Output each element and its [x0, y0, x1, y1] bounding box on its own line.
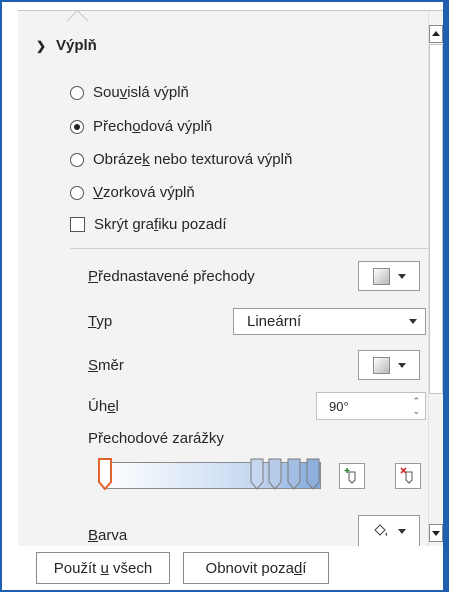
vertical-scrollbar[interactable]: [428, 11, 443, 546]
radio-button[interactable]: [70, 85, 84, 100]
direction-dropdown[interactable]: [358, 350, 420, 380]
format-background-pane: ❯ Výplň Souvislá výplň Přechodová výplň …: [18, 10, 443, 546]
scroll-thumb[interactable]: [429, 44, 443, 394]
gradient-type-select[interactable]: Lineární: [233, 308, 426, 335]
angle-label: Úhel: [88, 398, 119, 415]
gradient-stop[interactable]: [287, 458, 301, 490]
triangle-up-icon: [432, 31, 440, 36]
triangle-down-icon: [432, 531, 440, 536]
gradient-stop-selected[interactable]: [98, 458, 112, 490]
button-label: Obnovit pozadí: [205, 559, 307, 577]
scroll-up-button[interactable]: [429, 25, 443, 43]
chevron-down-icon: ❯: [35, 38, 47, 53]
radio-gradient-fill[interactable]: Přechodová výplň: [70, 118, 212, 135]
dropdown-arrow-icon: [397, 273, 406, 279]
radio-button[interactable]: [70, 152, 84, 167]
type-label: Typ: [88, 313, 113, 330]
add-stop-icon: [344, 468, 356, 484]
gradient-stops-label: Přechodové zarážky: [88, 430, 224, 447]
add-gradient-stop-button[interactable]: [339, 463, 365, 489]
remove-stop-icon: [400, 467, 413, 484]
gradient-stop[interactable]: [268, 458, 282, 490]
checkbox[interactable]: [70, 217, 85, 232]
dropdown-arrow-icon: [409, 319, 417, 324]
window-edge: [443, 0, 449, 592]
radio-button[interactable]: [70, 185, 84, 200]
color-label: Barva: [88, 527, 128, 544]
radio-pattern-fill[interactable]: Vzorková výplň: [70, 184, 195, 201]
radio-picture-fill[interactable]: Obrázek nebo texturová výplň: [70, 151, 292, 168]
gradient-swatch-icon: [372, 356, 390, 374]
paint-bucket-icon: [374, 524, 388, 536]
dropdown-arrow-icon: [397, 362, 406, 368]
reset-background-button[interactable]: Obnovit pozadí: [183, 552, 329, 584]
scroll-down-button[interactable]: [429, 524, 443, 542]
gradient-stop[interactable]: [306, 458, 320, 490]
gradient-swatch-icon: [372, 267, 390, 285]
direction-label: Směr: [88, 357, 124, 374]
hide-background-graphics[interactable]: Skrýt grafiku pozadí: [70, 216, 227, 233]
dropdown-arrow-icon: [398, 528, 406, 534]
pane-notch: [66, 11, 89, 32]
button-label: Použít u všech: [53, 559, 153, 577]
section-title: Výplň: [56, 37, 97, 54]
select-value: Lineární: [247, 313, 302, 330]
spin-arrows-icon[interactable]: ⌃ ⌄: [412, 396, 420, 416]
apply-to-all-button[interactable]: Použít u všech: [36, 552, 170, 584]
radio-label: Souvislá výplň: [93, 84, 189, 101]
angle-spinbox[interactable]: 90° ⌃ ⌄: [316, 392, 426, 420]
radio-button[interactable]: [70, 119, 84, 134]
preset-gradients-label: Přednastavené přechody: [88, 268, 255, 285]
checkbox-label: Skrýt grafiku pozadí: [94, 216, 227, 233]
angle-value: 90°: [329, 399, 349, 414]
divider: [70, 248, 440, 249]
preset-gradients-dropdown[interactable]: [358, 261, 420, 291]
radio-solid-fill[interactable]: Souvislá výplň: [70, 84, 189, 101]
remove-gradient-stop-button[interactable]: [395, 463, 421, 489]
color-picker-dropdown[interactable]: [358, 515, 420, 546]
fill-section-header[interactable]: ❯ Výplň: [34, 37, 97, 54]
radio-label: Přechodová výplň: [93, 118, 213, 135]
radio-label: Obrázek nebo texturová výplň: [93, 151, 293, 168]
gradient-stop[interactable]: [250, 458, 264, 490]
radio-label: Vzorková výplň: [93, 184, 195, 201]
